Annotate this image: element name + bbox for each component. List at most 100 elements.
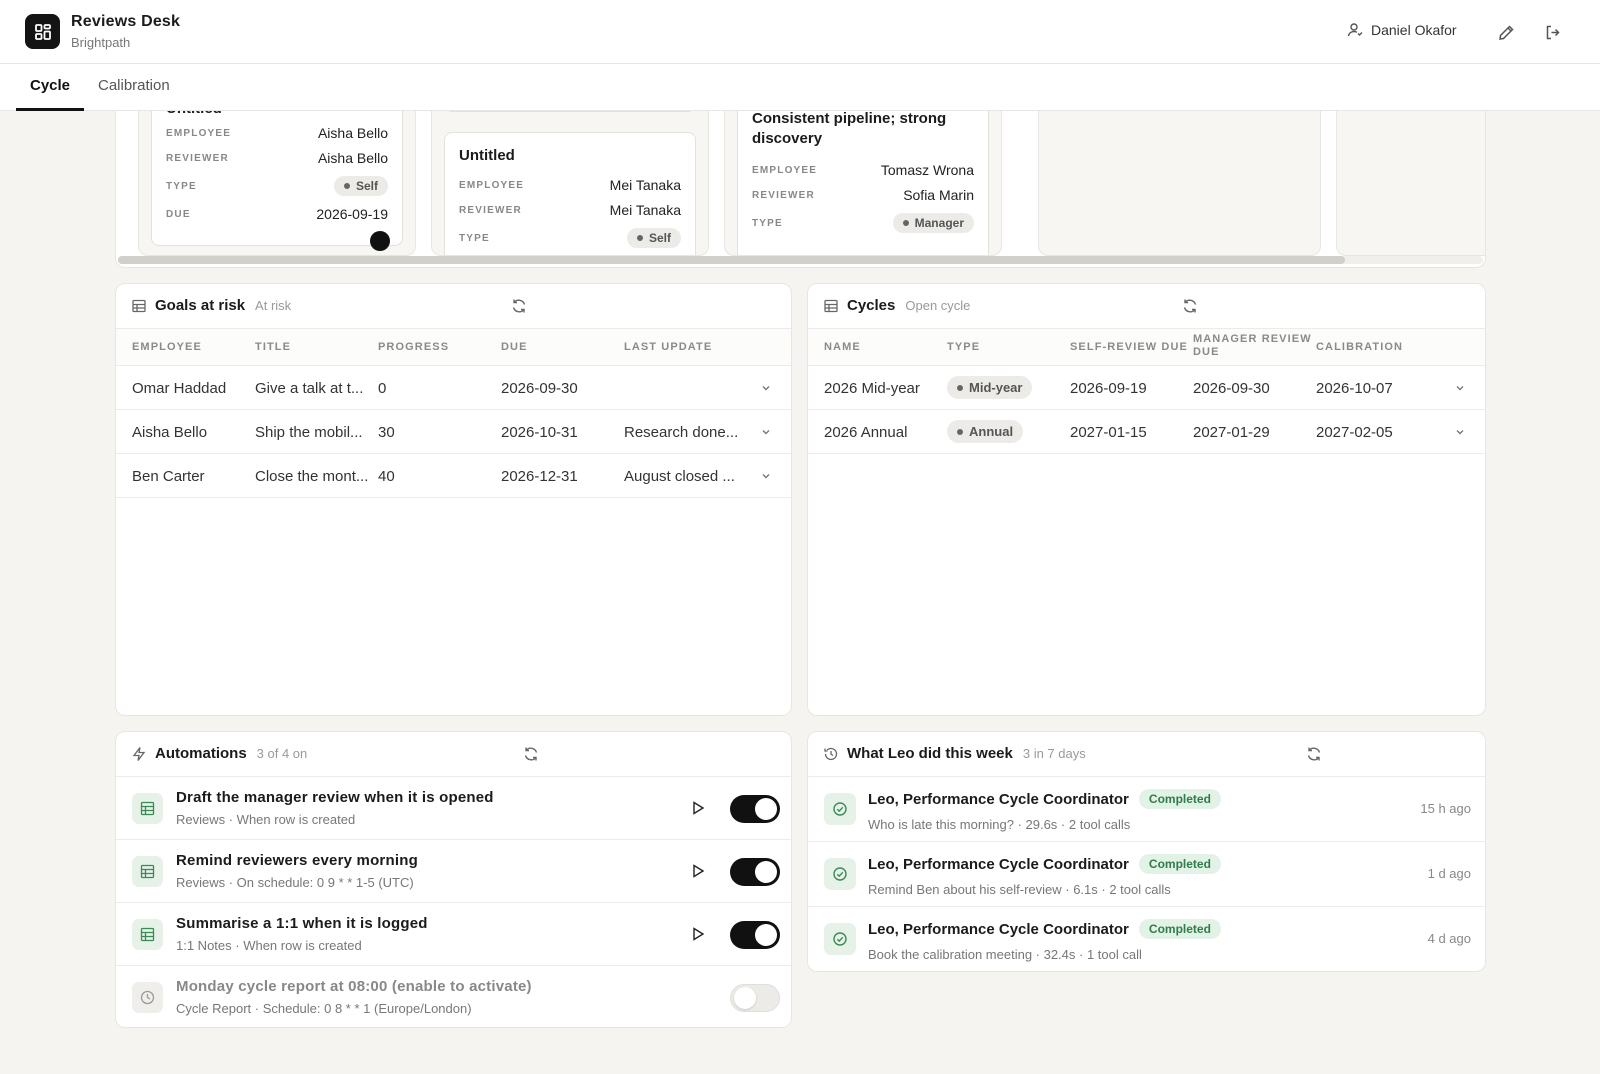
check-circle-icon — [824, 858, 856, 890]
cell-title: Close the mont... — [255, 468, 369, 485]
status-badge: Completed — [1138, 789, 1221, 809]
field-value: Mei Tanaka — [609, 202, 681, 218]
table-icon — [824, 299, 838, 313]
review-card[interactable]: Untitled EMPLOYEE Mei Tanaka REVIEWER Mei … — [444, 132, 696, 255]
table-row[interactable]: Ben Carter Close the mont... 40 2026-12-… — [116, 454, 791, 498]
review-card[interactable] — [444, 111, 696, 112]
user-menu[interactable]: Daniel Okafor — [1347, 22, 1457, 38]
activity-time: 4 d ago — [1427, 931, 1471, 946]
table-row[interactable]: 2026 Mid-year Mid-year 2026-09-19 2026-0… — [808, 366, 1485, 410]
toggle-knob — [734, 987, 756, 1009]
column-header[interactable]: CALIBRATION — [1316, 341, 1403, 354]
card-title: Untitled — [166, 111, 222, 119]
panel-subtitle: 3 of 4 on — [256, 746, 308, 761]
field-value: Aisha Bello — [317, 125, 388, 141]
automation-toggle[interactable] — [730, 795, 780, 823]
automation-toggle[interactable] — [730, 921, 780, 949]
panel-title: What Leo did this week — [847, 745, 1013, 762]
refresh-icon[interactable] — [522, 745, 540, 763]
automation-toggle[interactable] — [730, 858, 780, 886]
table-row[interactable]: Omar Haddad Give a talk at t... 0 2026-0… — [116, 366, 791, 410]
board-column — [1336, 111, 1485, 256]
chevron-down-icon[interactable] — [1454, 382, 1466, 394]
run-button[interactable] — [690, 926, 706, 942]
refresh-icon[interactable] — [510, 297, 528, 315]
agent-name: Leo, Performance Cycle Coordinator — [868, 920, 1129, 938]
activity-row[interactable]: Leo, Performance Cycle Coordinator Comple… — [808, 907, 1485, 971]
column-header[interactable]: DUE — [501, 341, 528, 354]
field-label: EMPLOYEE — [459, 179, 525, 191]
automation-meta: Reviews · On schedule: 0 9 * * 1-5 (UTC) — [176, 875, 414, 890]
run-button[interactable] — [690, 863, 706, 879]
cell-manager-review-due: 2027-01-29 — [1193, 424, 1270, 441]
field-value: Aisha Bello — [317, 150, 388, 166]
automation-row[interactable]: Summarise a 1:1 when it is logged 1:1 No… — [116, 903, 791, 966]
agent-name: Leo, Performance Cycle Coordinator — [868, 855, 1129, 873]
cell-last-update: Research done... — [624, 424, 739, 441]
tab-calibration[interactable]: Calibration — [84, 64, 184, 111]
run-button[interactable] — [690, 800, 706, 816]
automation-row[interactable]: Draft the manager review when it is open… — [116, 777, 791, 840]
refresh-icon[interactable] — [1305, 745, 1323, 763]
type-label: Self — [648, 231, 671, 245]
type-pill: Manager — [892, 213, 974, 233]
chevron-down-icon[interactable] — [760, 382, 772, 394]
automation-row[interactable]: Monday cycle report at 08:00 (enable to … — [116, 966, 791, 1027]
column-header[interactable]: LAST UPDATE — [624, 341, 712, 354]
column-header[interactable]: SELF-REVIEW DUE — [1070, 341, 1188, 354]
automation-row[interactable]: Remind reviewers every morning Reviews ·… — [116, 840, 791, 903]
board-column — [1038, 111, 1321, 256]
automation-meta: Cycle Report · Schedule: 0 8 * * 1 (Euro… — [176, 1001, 472, 1016]
edit-button[interactable] — [1494, 20, 1518, 44]
column-header[interactable]: NAME — [824, 341, 861, 354]
automation-toggle[interactable] — [730, 984, 780, 1012]
panel-title: Automations — [155, 745, 247, 762]
cell-employee: Aisha Bello — [132, 424, 208, 441]
type-label: Mid-year — [969, 380, 1023, 395]
chevron-down-icon[interactable] — [760, 470, 772, 482]
toggle-knob — [755, 861, 777, 883]
column-header[interactable]: PROGRESS — [378, 341, 449, 354]
activity-meta: Book the calibration meeting · 32.4s · 1… — [868, 947, 1142, 962]
status-dot — [902, 220, 909, 226]
review-card[interactable]: Untitled EMPLOYEE Aisha Bello REVIEWER Ais… — [151, 111, 403, 251]
status-dot — [957, 384, 963, 391]
scrollbar-thumb[interactable] — [118, 256, 1345, 264]
activity-row[interactable]: Leo, Performance Cycle Coordinator Comple… — [808, 842, 1485, 907]
type-label: Self — [355, 179, 378, 193]
pencil-icon — [1498, 24, 1514, 40]
type-pill: Self — [333, 176, 388, 196]
horizontal-scrollbar[interactable] — [118, 256, 1483, 264]
column-header[interactable]: EMPLOYEE — [132, 341, 202, 354]
cell-title: Give a talk at t... — [255, 380, 364, 397]
clock-icon — [132, 982, 163, 1013]
refresh-icon[interactable] — [1181, 297, 1199, 315]
field-value: Tomasz Wrona — [880, 162, 974, 178]
column-header[interactable]: TITLE — [255, 341, 291, 354]
field-label: EMPLOYEE — [166, 127, 232, 139]
type-pill: Self — [626, 228, 681, 248]
logout-button[interactable] — [1540, 20, 1564, 44]
cell-progress: 30 — [378, 424, 395, 441]
chevron-down-icon[interactable] — [760, 426, 772, 438]
activity-time: 1 d ago — [1427, 866, 1471, 881]
review-card[interactable]: Consistent pipeline; strong discovery EM… — [737, 111, 989, 255]
table-row[interactable]: Aisha Bello Ship the mobil... 30 2026-10… — [116, 410, 791, 454]
user-name: Daniel Okafor — [1371, 22, 1457, 38]
column-header[interactable]: MANAGER REVIEW DUE — [1193, 333, 1315, 359]
tab-bar: Cycle Calibration — [0, 64, 1600, 111]
column-header[interactable]: TYPE — [947, 341, 980, 354]
activity-row[interactable]: Leo, Performance Cycle Coordinator Comple… — [808, 777, 1485, 842]
avatar[interactable] — [370, 231, 390, 251]
field-value: 2026-09-19 — [316, 206, 388, 222]
chevron-down-icon[interactable] — [1454, 426, 1466, 438]
check-circle-icon — [824, 793, 856, 825]
automation-title: Summarise a 1:1 when it is logged — [176, 915, 428, 932]
field-label: DUE — [166, 208, 191, 220]
review-board: Untitled EMPLOYEE Aisha Bello REVIEWER Ais… — [115, 111, 1486, 268]
logout-icon — [1546, 25, 1560, 39]
automation-meta: 1:1 Notes · When row is created — [176, 938, 362, 953]
tab-cycle[interactable]: Cycle — [16, 64, 85, 111]
table-row[interactable]: 2026 Annual Annual 2027-01-15 2027-01-29… — [808, 410, 1485, 454]
panel-header: Goals at risk At risk — [116, 284, 791, 329]
